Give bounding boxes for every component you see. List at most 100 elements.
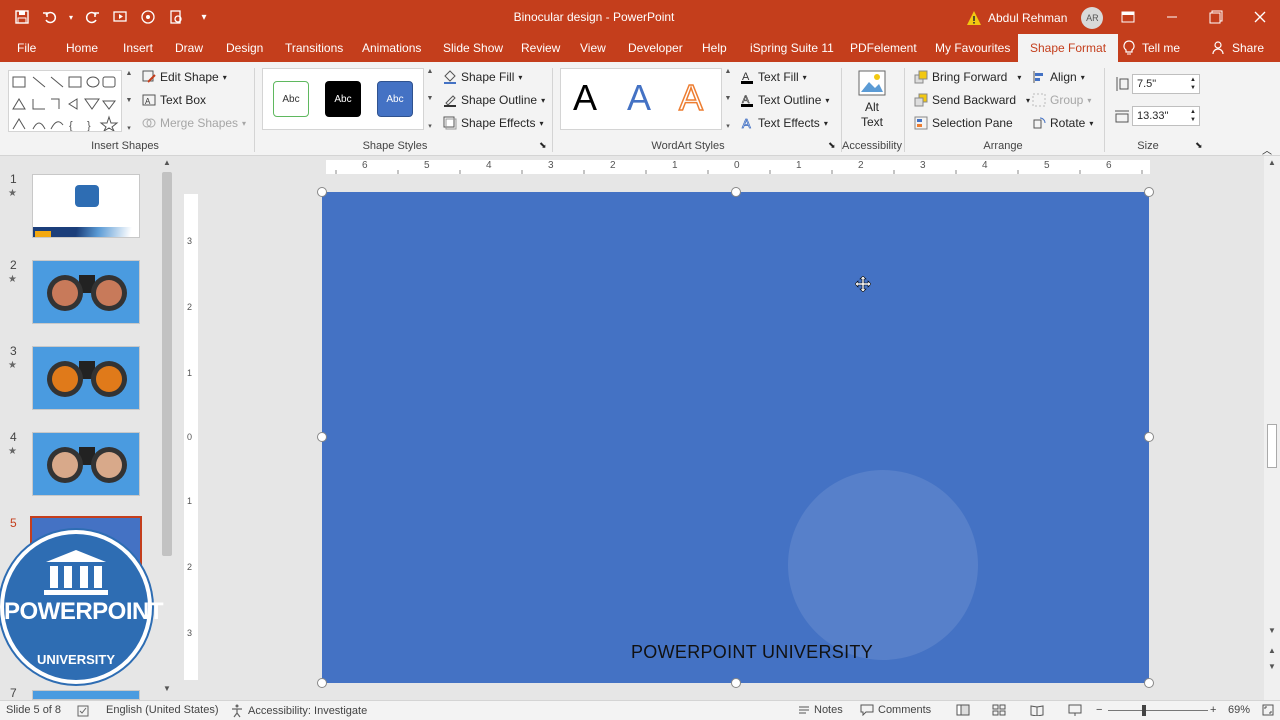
text-outline-button[interactable]: A Text Outline ▾ [740,93,829,107]
tell-me-search[interactable]: Tell me [1122,34,1180,62]
shape-style-blue[interactable]: Abc [377,81,413,117]
slide-show-icon[interactable] [1068,704,1082,716]
slide-thumbnail[interactable] [32,690,140,700]
reading-view-icon[interactable] [1030,704,1044,716]
scrollbar-thumb[interactable] [1267,424,1277,468]
slide-sorter-icon[interactable] [992,704,1006,716]
close-icon[interactable] [1240,0,1280,34]
wordart-style-blue[interactable]: A [627,77,651,119]
slide-thumbnail[interactable] [32,174,140,238]
group-button[interactable]: Group ▾ [1032,93,1091,107]
tab-help[interactable]: Help [702,34,727,62]
previous-slide-icon[interactable]: ▲ [1268,646,1276,655]
resize-handle-bottom[interactable] [731,678,741,688]
minimize-icon[interactable] [1152,0,1192,34]
wordart-gallery[interactable]: A A A [560,68,722,130]
size-dialog-launcher-icon[interactable]: ⬊ [1195,140,1203,151]
slide-thumbnail[interactable] [32,260,140,324]
resize-handle-bottom-right[interactable] [1144,678,1154,688]
tab-draw[interactable]: Draw [175,34,203,62]
tab-shape-format[interactable]: Shape Format [1018,34,1119,62]
person-icon [1212,41,1224,55]
wordart-style-orange-outline[interactable]: A [678,76,704,119]
resize-handle-right[interactable] [1144,432,1154,442]
tab-design[interactable]: Design [226,34,263,62]
tab-review[interactable]: Review [521,34,560,62]
scrollbar-thumb[interactable] [162,172,172,556]
slide-thumbnail[interactable] [32,346,140,410]
text-fill-button[interactable]: A Text Fill ▾ [740,70,807,84]
next-slide-icon[interactable]: ▼ [1268,662,1276,671]
slide-thumbnail[interactable] [32,432,140,496]
edit-shape-button[interactable]: Edit Shape ▾ [142,70,227,84]
shape-effects-button[interactable]: Shape Effects ▾ [443,116,544,130]
shape-styles-scroll[interactable]: ▲ ▼ ▾ [425,68,435,130]
shape-width-input[interactable]: 13.33" ▲ ▼ [1132,106,1200,126]
wordart-style-black[interactable]: A [573,77,597,119]
zoom-level[interactable]: 69% [1228,704,1250,716]
rotate-button[interactable]: Rotate ▾ [1032,116,1093,130]
tab-ispring-suite[interactable]: iSpring Suite 11 [750,34,834,62]
merge-shapes-button[interactable]: Merge Shapes ▾ [142,116,246,130]
align-button[interactable]: Align ▾ [1032,70,1085,84]
resize-handle-left[interactable] [317,432,327,442]
resize-handle-top[interactable] [731,187,741,197]
accessibility-status[interactable]: Accessibility: Investigate [230,704,367,718]
shape-outline-button[interactable]: Shape Outline ▾ [443,93,545,107]
zoom-slider[interactable] [1108,710,1208,711]
scroll-up-icon[interactable]: ▲ [1268,158,1276,167]
editor-scrollbar[interactable]: ▲ ▼ ▲ ▼ [1264,156,1280,700]
shape-height-input[interactable]: 7.5" ▲ ▼ [1132,74,1200,94]
zoom-out-icon[interactable]: − [1096,704,1102,716]
tab-developer[interactable]: Developer [628,34,683,62]
tab-my-favourites[interactable]: My Favourites [935,34,1010,62]
tab-slide-show[interactable]: Slide Show [443,34,503,62]
comments-button[interactable]: Comments [860,704,931,716]
scroll-down-icon[interactable]: ▼ [1268,626,1276,635]
share-button[interactable]: Share [1212,34,1264,62]
slide-footer-text[interactable]: POWERPOINT UNIVERSITY [322,642,1182,663]
shape-style-white[interactable]: Abc [273,81,309,117]
shape-style-black[interactable]: Abc [325,81,361,117]
spinner-icon[interactable]: ▲ ▼ [1190,108,1196,124]
tab-view[interactable]: View [580,34,606,62]
tab-animations[interactable]: Animations [362,34,421,62]
text-box-button[interactable]: A Text Box [142,93,206,107]
notes-button[interactable]: Notes [798,704,843,716]
shape-fill-button[interactable]: Shape Fill ▾ [443,70,522,84]
wordart-scroll[interactable]: ▲ ▼ ▾ [723,68,733,130]
text-effects-button[interactable]: A Text Effects ▾ [740,116,828,130]
selection-pane-button[interactable]: Selection Pane [914,116,1013,130]
send-backward-button[interactable]: Send Backward ▾ [914,93,1030,107]
ribbon-display-options-icon[interactable] [1108,0,1148,34]
slide-canvas-selected-rectangle[interactable]: POWERPOINT UNIVERSITY [322,192,1149,683]
scroll-down-icon[interactable]: ▼ [163,684,171,693]
tab-pdfelement[interactable]: PDFelement [850,34,917,62]
zoom-slider-thumb[interactable] [1142,705,1146,716]
shape-styles-gallery[interactable]: Abc Abc Abc [262,68,424,130]
shapes-gallery-scroll[interactable]: ▲ ▼ ▾ [124,70,134,132]
wordart-dialog-launcher-icon[interactable]: ⬊ [828,140,836,151]
tab-transitions[interactable]: Transitions [285,34,343,62]
tab-file[interactable]: File [17,34,36,62]
spell-check-icon[interactable] [76,704,90,718]
zoom-in-icon[interactable]: + [1210,704,1216,716]
fit-to-window-icon[interactable] [1262,704,1274,716]
resize-handle-top-left[interactable] [317,187,327,197]
resize-handle-top-right[interactable] [1144,187,1154,197]
spinner-icon[interactable]: ▲ ▼ [1190,76,1196,92]
maximize-icon[interactable] [1196,0,1236,34]
shape-styles-dialog-launcher-icon[interactable]: ⬊ [539,140,547,151]
shapes-gallery[interactable]: { } [8,70,122,133]
tab-insert[interactable]: Insert [123,34,153,62]
resize-handle-bottom-left[interactable] [317,678,327,688]
language-status[interactable]: English (United States) [106,704,219,716]
alt-text-button[interactable]: Alt Text [856,70,888,130]
scroll-up-icon[interactable]: ▲ [163,158,171,167]
avatar[interactable]: AR [1081,7,1104,29]
bring-forward-button[interactable]: Bring Forward ▾ [914,70,1021,84]
user-account[interactable]: Abdul Rehman AR [966,7,1104,29]
tab-home[interactable]: Home [66,34,98,62]
normal-view-icon[interactable] [956,704,970,716]
collapse-ribbon-icon[interactable]: ︿ [1262,142,1272,157]
